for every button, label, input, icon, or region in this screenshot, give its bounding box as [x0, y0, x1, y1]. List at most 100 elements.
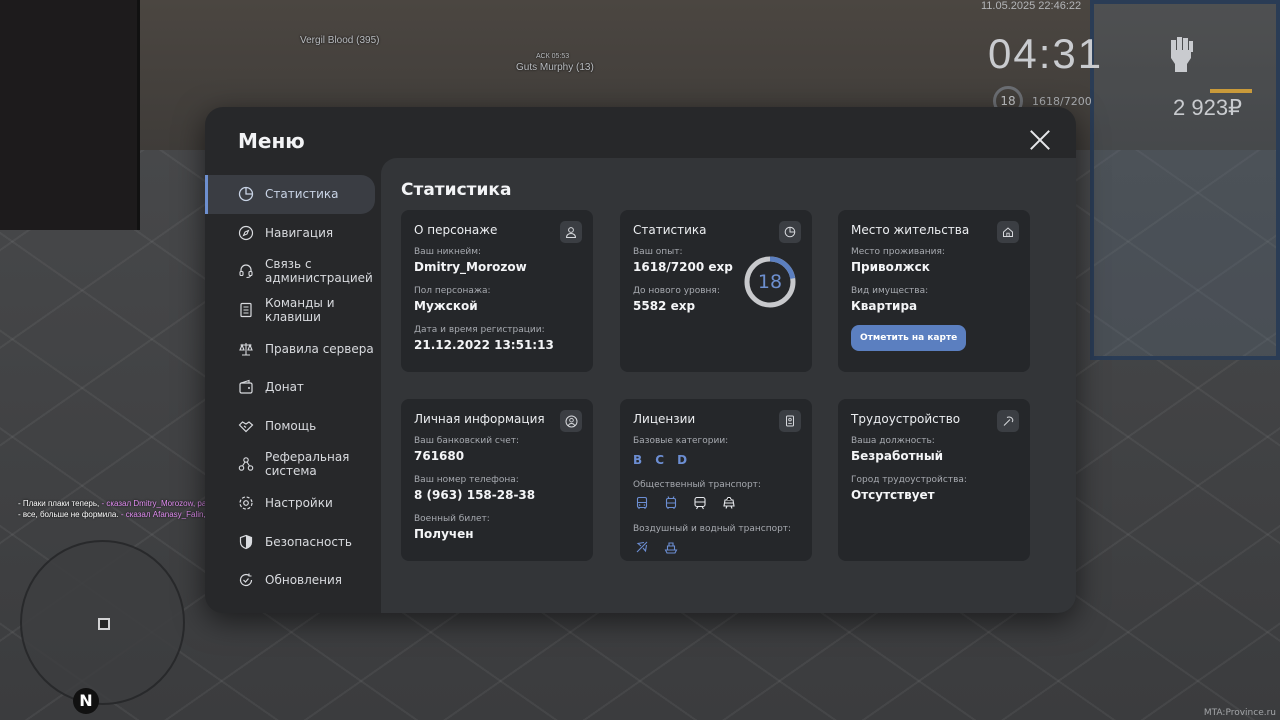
- card-title: Место жительства: [851, 223, 970, 237]
- sidebar-item-label: Настройки: [265, 496, 333, 511]
- level-ring: 18: [742, 254, 798, 310]
- document-icon: [238, 302, 254, 318]
- close-icon[interactable]: [1029, 129, 1051, 151]
- job-city-value: Отсутствует: [851, 488, 935, 502]
- gender-value: Мужской: [414, 299, 478, 313]
- trolleybus-icon: [662, 494, 680, 512]
- network-icon: [238, 456, 254, 472]
- sidebar-item-label: Связь с администрацией: [265, 257, 373, 286]
- user-icon[interactable]: [560, 221, 582, 243]
- field-label: Военный билет:: [414, 514, 490, 524]
- level-value: 18: [757, 271, 783, 293]
- boat-icon: [662, 538, 680, 556]
- card-residence: Место жительства Место проживания: Приво…: [838, 210, 1030, 372]
- hud-time: 04:31: [988, 30, 1104, 77]
- license-category: D: [677, 453, 688, 467]
- license-category: C: [655, 453, 665, 467]
- field-label: Ваш никнейм:: [414, 247, 482, 257]
- field-label: Ваша должность:: [851, 436, 935, 446]
- license-categories: B C D: [633, 449, 799, 468]
- page-title: Статистика: [401, 180, 512, 200]
- card-job: Трудоустройство Ваша должность: Безработ…: [838, 399, 1030, 561]
- menu-title: Меню: [238, 129, 305, 153]
- field-label: Ваш банковский счет:: [414, 436, 520, 446]
- field-label: Ваш номер телефона:: [414, 475, 519, 485]
- phone-value: 8 (963) 158-28-38: [414, 488, 536, 502]
- card-licenses: Лицензии Базовые категории: B C D Общест…: [620, 399, 812, 561]
- account-circle-icon[interactable]: [560, 410, 582, 432]
- menu-dialog: Меню Статистика Навигация Связь с админи…: [205, 107, 1076, 613]
- bank-account-value: 761680: [414, 449, 465, 463]
- sidebar-item-label: Донат: [265, 380, 304, 395]
- player-nametag: Guts Murphy (13): [516, 62, 594, 73]
- card-title: Статистика: [633, 223, 707, 237]
- sidebar-item-settings[interactable]: Настройки: [205, 484, 381, 523]
- player-marker-icon: [98, 618, 110, 630]
- sidebar-item-rules[interactable]: Правила сервера: [205, 329, 381, 368]
- wallet-icon: [238, 379, 254, 395]
- nickname-value: Dmitry_Morozow: [414, 260, 527, 274]
- sidebar-item-commands[interactable]: Команды и клавиши: [205, 291, 381, 330]
- id-card-icon[interactable]: [779, 410, 801, 432]
- sidebar-item-label: Обновления: [265, 573, 343, 588]
- content-panel: Статистика О персонаже Ваш никнейм: Dmit…: [381, 158, 1076, 613]
- sidebar-item-statistics[interactable]: Статистика: [205, 175, 375, 214]
- military-id-value: Получен: [414, 527, 474, 541]
- registration-value: 21.12.2022 13:51:13: [414, 338, 554, 352]
- sidebar-item-label: Помощь: [265, 418, 317, 433]
- settings-icon: [238, 495, 254, 511]
- compass-icon: [238, 225, 254, 241]
- player-tag: АСК 05:53: [536, 53, 570, 60]
- sidebar-item-navigation[interactable]: Навигация: [205, 214, 381, 253]
- sidebar-item-help[interactable]: Помощь: [205, 407, 381, 446]
- card-title: О персонаже: [414, 223, 498, 237]
- sidebar-item-label: Команды и клавиши: [265, 296, 335, 325]
- minimap: [20, 540, 185, 705]
- property-value: Квартира: [851, 299, 918, 313]
- residence-value: Приволжск: [851, 260, 930, 274]
- license-category: B: [633, 453, 643, 467]
- pickaxe-icon[interactable]: [997, 410, 1019, 432]
- shield-icon: [238, 534, 254, 550]
- field-label: Место проживания:: [851, 247, 945, 257]
- public-transport-icons: [633, 494, 799, 514]
- card-stats: Статистика Ваш опыт: 1618/7200 exp До но…: [620, 210, 812, 372]
- tram-icon: [720, 494, 738, 512]
- compass-north-icon: N: [73, 688, 99, 714]
- field-label: Воздушный и водный транспорт:: [633, 524, 792, 534]
- home-icon[interactable]: [997, 221, 1019, 243]
- field-label: Базовые категории:: [633, 436, 729, 446]
- sidebar-item-donate[interactable]: Донат: [205, 368, 381, 407]
- sidebar-item-label: Навигация: [265, 225, 334, 240]
- player-nametag: Vergil Blood (395): [300, 35, 380, 46]
- mark-on-map-button[interactable]: Отметить на карте: [851, 325, 967, 351]
- handshake-icon: [238, 418, 254, 434]
- sidebar-item-label: Реферальная система: [265, 450, 350, 479]
- card-title: Личная информация: [414, 412, 545, 426]
- headset-icon: [238, 263, 254, 279]
- sidebar-item-label: Статистика: [265, 187, 339, 202]
- vending-machine: [0, 0, 140, 230]
- sidebar-item-referral[interactable]: Реферальная система: [205, 445, 381, 484]
- sidebar-item-updates[interactable]: Обновления: [205, 561, 381, 600]
- train-icon: [691, 494, 709, 512]
- hud-date: 11.05.2025 22:46:22: [981, 0, 1082, 12]
- field-label: Вид имущества:: [851, 286, 929, 296]
- hud-money-bar: [1210, 89, 1252, 93]
- field-label: Город трудоустройства:: [851, 475, 967, 485]
- pie-chart-icon: [238, 186, 254, 202]
- fist-icon: [1163, 32, 1199, 74]
- card-title: Лицензии: [633, 412, 696, 426]
- position-value: Безработный: [851, 449, 944, 463]
- sidebar-item-label: Правила сервера: [265, 341, 374, 356]
- sidebar-item-security[interactable]: Безопасность: [205, 522, 381, 561]
- field-label: Общественный транспорт:: [633, 480, 761, 490]
- refresh-check-icon: [238, 572, 254, 588]
- sidebar: Статистика Навигация Связь с администрац…: [205, 175, 381, 600]
- sidebar-item-admin-contact[interactable]: Связь с администрацией: [205, 252, 381, 291]
- card-title: Трудоустройство: [851, 412, 961, 426]
- field-label: Дата и время регистрации:: [414, 325, 545, 335]
- airplane-icon: [633, 538, 651, 556]
- pie-chart-icon[interactable]: [779, 221, 801, 243]
- bus-icon: [633, 494, 651, 512]
